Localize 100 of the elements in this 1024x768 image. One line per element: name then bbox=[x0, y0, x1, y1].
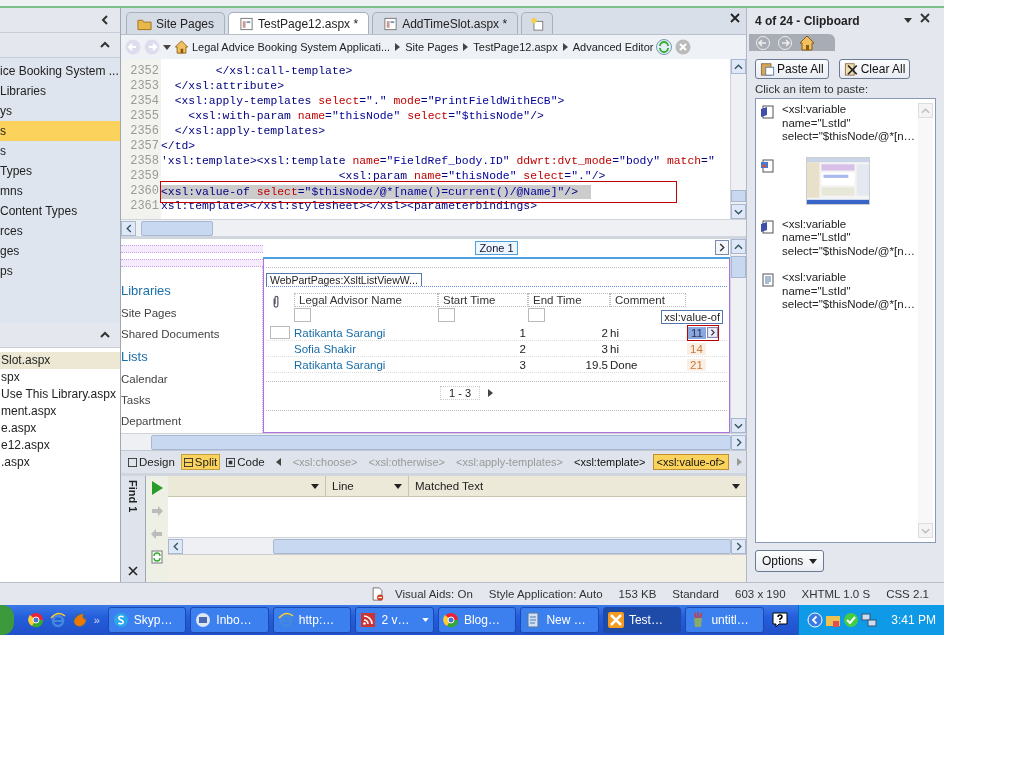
status-item[interactable]: Standard bbox=[672, 588, 719, 600]
collapse-icon[interactable] bbox=[100, 15, 110, 25]
scroll-down-icon[interactable] bbox=[734, 208, 743, 215]
scroll-left-icon[interactable] bbox=[275, 458, 281, 466]
name-link[interactable]: Sofia Shakir bbox=[294, 342, 438, 355]
nav-link[interactable]: Site Pages bbox=[121, 303, 262, 324]
caret-icon[interactable] bbox=[904, 18, 912, 24]
home-icon[interactable] bbox=[799, 34, 815, 51]
scroll-thumb[interactable] bbox=[141, 220, 213, 236]
column-header[interactable]: Matched Text bbox=[409, 476, 746, 496]
next-result-icon[interactable] bbox=[151, 504, 163, 518]
status-item[interactable]: 153 KB bbox=[618, 588, 657, 600]
status-item[interactable]: 603 x 190 bbox=[735, 588, 786, 600]
refresh-icon[interactable] bbox=[656, 39, 673, 55]
view-tab[interactable]: Design bbox=[125, 454, 178, 470]
document-tab[interactable]: Site Pages bbox=[126, 12, 226, 34]
nav-link[interactable]: Libraries bbox=[121, 279, 262, 303]
column-header[interactable]: Legal Advisor Name bbox=[294, 293, 438, 307]
horizontal-scrollbar[interactable] bbox=[168, 537, 746, 554]
new-tab-button[interactable] bbox=[521, 12, 554, 34]
document-tab[interactable]: TestPage12.aspx * bbox=[228, 12, 370, 34]
nav-link[interactable]: Calendar bbox=[121, 369, 262, 390]
network-icon[interactable] bbox=[860, 612, 877, 628]
chevron-right-icon[interactable] bbox=[706, 327, 718, 338]
file-item[interactable]: ment.aspx bbox=[0, 403, 120, 420]
taskbar-button[interactable]: Inbo… bbox=[190, 607, 269, 633]
nav-item[interactable]: ys bbox=[0, 101, 120, 121]
file-item[interactable]: spx bbox=[0, 369, 120, 386]
nav-link[interactable]: Tasks bbox=[121, 390, 262, 411]
scroll-thumb[interactable] bbox=[273, 538, 731, 554]
document-tab[interactable]: AddTimeSlot.aspx * bbox=[372, 12, 519, 34]
nav-item[interactable]: s bbox=[0, 141, 120, 161]
breadcrumb-link[interactable]: Site Pages bbox=[405, 41, 459, 53]
refresh-document-icon[interactable] bbox=[151, 550, 163, 564]
next-page-icon[interactable] bbox=[488, 389, 493, 397]
nav-link[interactable]: Lists bbox=[121, 345, 262, 369]
status-item[interactable]: CSS 2.1 bbox=[886, 588, 929, 600]
nav-item[interactable]: mns bbox=[0, 181, 120, 201]
back-icon[interactable] bbox=[125, 39, 141, 55]
nav-item[interactable]: Types bbox=[0, 161, 120, 181]
view-tab[interactable]: Code bbox=[223, 454, 268, 470]
horizontal-scrollbar[interactable] bbox=[121, 219, 746, 236]
file-item[interactable]: e12.aspx bbox=[0, 437, 120, 454]
scroll-left-icon[interactable] bbox=[172, 541, 179, 551]
start-button[interactable] bbox=[0, 605, 14, 635]
nav-link[interactable]: Shared Documents bbox=[121, 324, 262, 345]
taskbar-button[interactable]: 2 v… bbox=[355, 607, 434, 633]
toolbar-button[interactable]: Clear All bbox=[838, 59, 911, 80]
close-icon[interactable] bbox=[920, 12, 930, 23]
status-item[interactable]: Style Application: Auto bbox=[488, 588, 603, 600]
filter-box[interactable] bbox=[528, 308, 545, 322]
view-tab[interactable]: Split bbox=[180, 454, 221, 470]
column-header[interactable]: Line bbox=[326, 476, 409, 496]
home-icon[interactable] bbox=[174, 40, 189, 54]
scroll-down-icon[interactable] bbox=[734, 422, 743, 429]
find-tab[interactable]: Find 1 bbox=[127, 480, 139, 513]
column-header[interactable]: End Time bbox=[528, 293, 610, 307]
taskbar-button[interactable]: Test… bbox=[602, 607, 682, 633]
taskbar-button[interactable]: http:… bbox=[272, 607, 352, 633]
scroll-right-icon[interactable] bbox=[735, 437, 742, 447]
taskbar-button[interactable]: New … bbox=[520, 607, 599, 633]
close-icon[interactable] bbox=[730, 13, 740, 23]
name-link[interactable]: Ratikanta Sarangi bbox=[294, 326, 438, 339]
filter-box[interactable] bbox=[438, 308, 455, 322]
scroll-thumb[interactable] bbox=[731, 256, 746, 278]
more-icons-button[interactable]: » bbox=[93, 614, 100, 626]
chevron-up-icon[interactable] bbox=[100, 40, 110, 50]
tag-path-item[interactable]: <xsl:value-of> bbox=[652, 454, 729, 470]
column-header[interactable]: Comment bbox=[610, 293, 686, 307]
nav-item[interactable]: rces bbox=[0, 221, 120, 241]
value-cell[interactable]: 11 bbox=[687, 324, 719, 341]
back-icon[interactable] bbox=[755, 34, 771, 51]
play-icon[interactable] bbox=[151, 481, 163, 495]
vertical-scrollbar[interactable] bbox=[730, 239, 746, 433]
row-select-box[interactable] bbox=[270, 326, 290, 339]
scroll-left-icon[interactable] bbox=[125, 223, 132, 233]
file-item[interactable]: e.aspx bbox=[0, 420, 120, 437]
chevron-left-icon[interactable] bbox=[806, 612, 823, 628]
scroll-thumb[interactable] bbox=[731, 190, 746, 202]
file-item[interactable]: Slot.aspx bbox=[0, 352, 120, 369]
nav-item[interactable]: ges bbox=[0, 241, 120, 261]
status-item[interactable]: XHTML 1.0 S bbox=[801, 588, 871, 600]
zone-menu-button[interactable] bbox=[715, 240, 729, 255]
toolbar-button[interactable]: Paste All bbox=[755, 59, 829, 80]
scroll-up-icon[interactable] bbox=[734, 63, 743, 70]
taskbar-button[interactable]: untitl… bbox=[685, 607, 764, 633]
vertical-scrollbar[interactable] bbox=[730, 59, 746, 219]
nav-item[interactable]: s bbox=[0, 121, 120, 141]
clipboard-item[interactable]: <xsl:variable name="LstId" select="$thisNode/@*[n… bbox=[782, 103, 916, 144]
nav-link[interactable]: Department bbox=[121, 411, 262, 432]
scroll-up-icon[interactable] bbox=[734, 243, 743, 250]
nav-item[interactable]: ice Booking System ... bbox=[0, 61, 120, 81]
breadcrumb-link[interactable]: TestPage12.aspx bbox=[473, 41, 558, 53]
file-item[interactable]: .aspx bbox=[0, 454, 120, 471]
nav-item[interactable]: Libraries bbox=[0, 81, 120, 101]
clipboard-item[interactable]: <xsl:variable name="LstId" select="$thisNode/@*[n… bbox=[782, 271, 916, 312]
clipboard-item[interactable]: <xsl:variable name="LstId" select="$thisNode/@*[n… bbox=[782, 217, 916, 259]
scroll-right-icon[interactable] bbox=[735, 541, 742, 551]
file-item[interactable]: Use This Library.aspx bbox=[0, 386, 120, 403]
globe-icon[interactable] bbox=[27, 612, 44, 628]
